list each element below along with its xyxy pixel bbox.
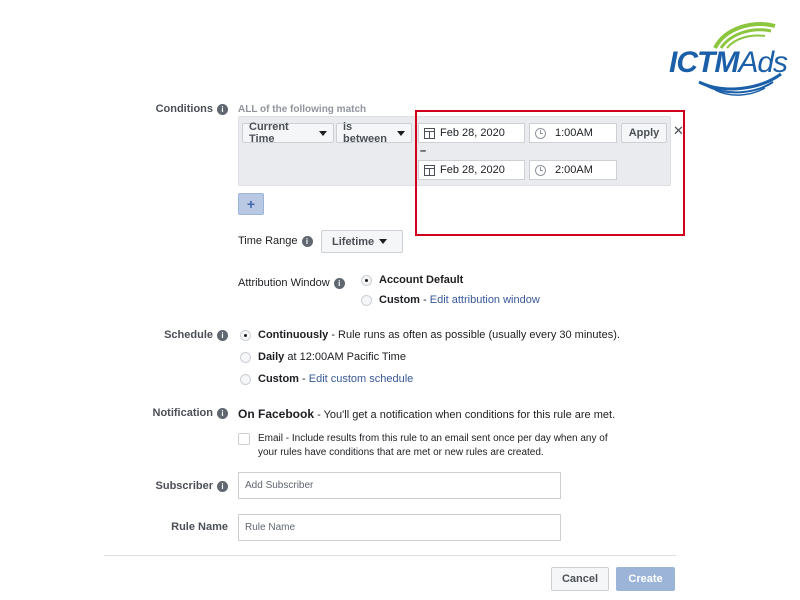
radio-button[interactable] bbox=[361, 274, 372, 286]
info-icon[interactable]: i bbox=[217, 329, 228, 341]
radio-button[interactable] bbox=[240, 351, 251, 363]
subscriber-input[interactable] bbox=[238, 472, 561, 499]
schedule-option-continuously[interactable]: Continuously - Rule runs as often as pos… bbox=[240, 329, 620, 341]
condition-operator-dropdown[interactable]: is between bbox=[336, 121, 412, 145]
conditions-label: Conditions i bbox=[156, 103, 228, 115]
notification-on-facebook: On Facebook - You'll get a notification … bbox=[238, 407, 616, 421]
schedule-label: Schedule i bbox=[164, 329, 228, 341]
radio-button[interactable] bbox=[361, 294, 372, 306]
add-condition-button[interactable]: + bbox=[238, 193, 264, 215]
attribution-window-label: Attribution Window i bbox=[238, 277, 345, 289]
caret-down-icon bbox=[319, 130, 327, 136]
info-icon[interactable]: i bbox=[333, 277, 345, 289]
condition-field-dropdown[interactable]: Current Time bbox=[242, 121, 334, 145]
caret-down-icon bbox=[397, 130, 405, 136]
email-notification-option[interactable]: Email - Include results from this rule t… bbox=[238, 432, 608, 460]
highlight-box bbox=[415, 110, 685, 236]
schedule-option-daily[interactable]: Daily at 12:00AM Pacific Time bbox=[240, 351, 406, 363]
logo-text-ictm: ICTM bbox=[669, 46, 739, 79]
subscriber-label: Subscriber i bbox=[156, 480, 228, 492]
attribution-option-custom[interactable]: Custom - Edit attribution window bbox=[361, 294, 540, 306]
radio-button[interactable] bbox=[240, 373, 251, 385]
caret-down-icon bbox=[379, 239, 388, 244]
schedule-option-custom[interactable]: Custom - Edit custom schedule bbox=[240, 373, 413, 385]
notification-label: Notification i bbox=[153, 407, 228, 419]
email-checkbox[interactable] bbox=[238, 433, 250, 445]
info-icon[interactable]: i bbox=[301, 235, 313, 247]
info-icon[interactable]: i bbox=[217, 103, 228, 115]
ictm-ads-logo: ICTMAds bbox=[663, 18, 793, 100]
edit-attribution-window-link[interactable]: Edit attribution window bbox=[430, 294, 540, 306]
edit-custom-schedule-link[interactable]: Edit custom schedule bbox=[309, 373, 414, 385]
conditions-match-text: ALL of the following match bbox=[238, 104, 367, 115]
rule-name-input[interactable] bbox=[238, 514, 561, 541]
radio-button[interactable] bbox=[240, 329, 251, 341]
logo-text-ads: Ads bbox=[738, 46, 788, 79]
attribution-option-account-default[interactable]: Account Default bbox=[361, 274, 463, 286]
footer-divider bbox=[104, 555, 676, 556]
info-icon[interactable]: i bbox=[217, 407, 228, 419]
create-button[interactable]: Create bbox=[616, 567, 675, 591]
time-range-dropdown[interactable]: Lifetime bbox=[321, 230, 403, 253]
info-icon[interactable]: i bbox=[217, 480, 228, 492]
time-range-label: Time Range i bbox=[238, 235, 313, 247]
cancel-button[interactable]: Cancel bbox=[551, 567, 609, 591]
rule-name-label: Rule Name bbox=[171, 521, 228, 533]
